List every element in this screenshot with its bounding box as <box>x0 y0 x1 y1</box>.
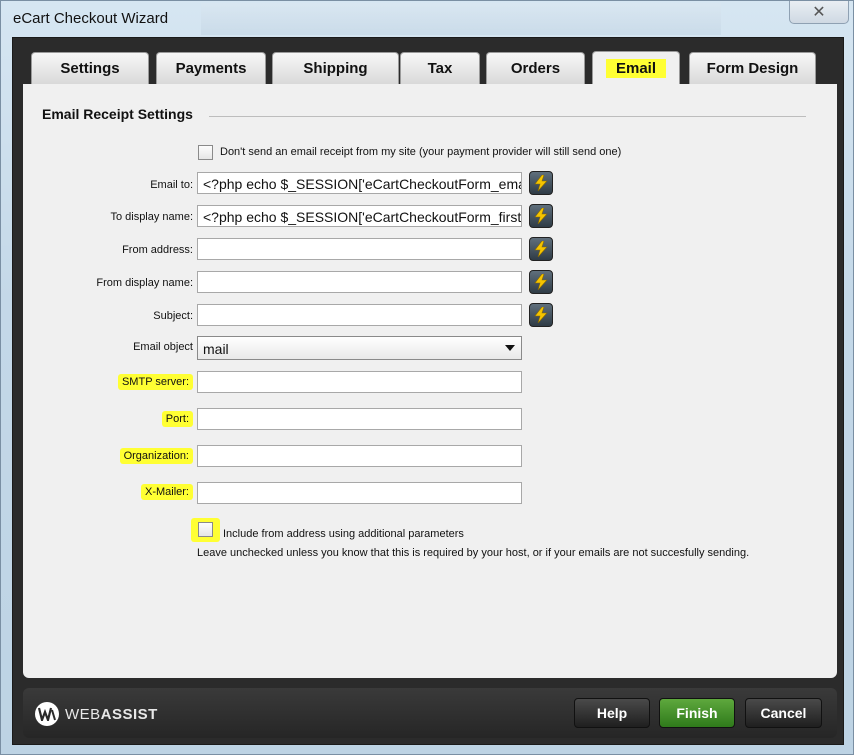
subject-field[interactable] <box>197 304 522 326</box>
email-to-lightning-button[interactable] <box>529 171 553 195</box>
help-button[interactable]: Help <box>574 698 650 728</box>
tab-tax[interactable]: Tax <box>400 52 480 84</box>
chevron-down-icon <box>505 345 515 351</box>
include-from-checkbox[interactable] <box>198 522 213 537</box>
organization-label: Organization: <box>119 448 193 464</box>
tab-orders[interactable]: Orders <box>486 52 585 84</box>
window-title: eCart Checkout Wizard <box>13 10 169 27</box>
port-label: Port: <box>161 411 193 427</box>
include-from-label: Include from address using additional pa… <box>223 528 464 540</box>
x-mailer-label: X-Mailer: <box>140 484 193 500</box>
dont-send-checkbox[interactable] <box>198 145 213 160</box>
smtp-server-label: SMTP server: <box>117 374 193 390</box>
webassist-logo-text: WEBASSIST <box>65 705 158 723</box>
from-address-lightning-button[interactable] <box>529 237 553 261</box>
from-address-field[interactable] <box>197 238 522 260</box>
to-display-name-field[interactable]: <?php echo $_SESSION['eCartCheckoutForm_… <box>197 205 522 227</box>
email-to-field[interactable]: <?php echo $_SESSION['eCartCheckoutForm_… <box>197 172 522 194</box>
section-title: Email Receipt Settings <box>42 106 193 122</box>
lightning-icon <box>534 175 548 191</box>
lightning-icon <box>534 241 548 257</box>
webassist-logo-icon <box>35 702 59 726</box>
x-mailer-field[interactable] <box>197 482 522 504</box>
tab-form-design[interactable]: Form Design <box>689 52 816 84</box>
tab-payments[interactable]: Payments <box>156 52 266 84</box>
from-address-label: From address: <box>122 244 193 256</box>
to-display-name-lightning-button[interactable] <box>529 204 553 228</box>
subject-label: Subject: <box>153 310 193 322</box>
email-object-value: mail <box>203 341 229 357</box>
email-settings-panel: Email Receipt Settings Don't send an ema… <box>23 84 837 678</box>
email-object-select[interactable]: mail <box>197 336 522 360</box>
from-display-name-label: From display name: <box>96 277 193 289</box>
wizard-footer: WEBASSIST Help Finish Cancel <box>23 688 837 738</box>
section-divider <box>209 116 806 117</box>
tab-settings[interactable]: Settings <box>31 52 149 84</box>
subject-lightning-button[interactable] <box>529 303 553 327</box>
tab-shipping[interactable]: Shipping <box>272 52 399 84</box>
tab-email[interactable]: Email <box>592 51 680 85</box>
from-display-name-field[interactable] <box>197 271 522 293</box>
cancel-button[interactable]: Cancel <box>745 698 822 728</box>
client-area: Settings Payments Shipping Tax Orders Em… <box>12 37 844 745</box>
title-bar: eCart Checkout Wizard ✕ <box>1 1 854 37</box>
organization-field[interactable] <box>197 445 522 467</box>
to-display-name-label: To display name: <box>110 211 193 223</box>
lightning-icon <box>534 208 548 224</box>
email-object-label: Email object <box>133 341 193 353</box>
from-display-name-lightning-button[interactable] <box>529 270 553 294</box>
port-field[interactable] <box>197 408 522 430</box>
smtp-server-field[interactable] <box>197 371 522 393</box>
wizard-window: eCart Checkout Wizard ✕ Settings Payment… <box>0 0 854 755</box>
dont-send-label: Don't send an email receipt from my site… <box>220 146 622 158</box>
email-to-label: Email to: <box>150 179 193 191</box>
close-icon: ✕ <box>812 4 826 21</box>
close-button[interactable]: ✕ <box>789 1 849 24</box>
lightning-icon <box>534 274 548 290</box>
finish-button[interactable]: Finish <box>659 698 735 728</box>
webassist-logo: WEBASSIST <box>35 702 158 726</box>
lightning-icon <box>534 307 548 323</box>
include-from-help-text: Leave unchecked unless you know that thi… <box>197 547 750 559</box>
